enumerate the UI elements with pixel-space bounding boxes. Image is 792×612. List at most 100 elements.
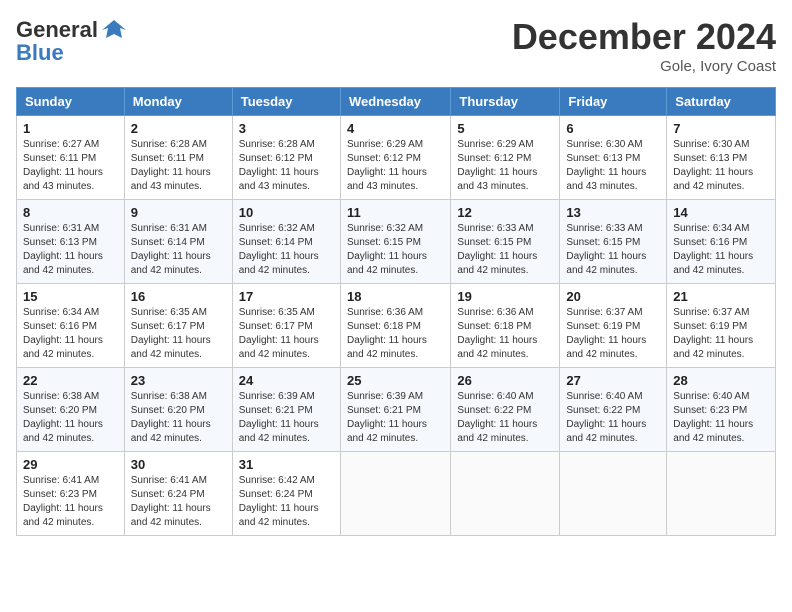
calendar-week-4: 22 Sunrise: 6:38 AMSunset: 6:20 PMDayligh… [17, 368, 776, 452]
calendar-cell: 10Sunrise: 6:32 AMSunset: 6:14 PMDayligh… [232, 200, 340, 284]
calendar-header-row: SundayMondayTuesdayWednesdayThursdayFrid… [17, 88, 776, 116]
day-number: 19 [457, 289, 553, 304]
calendar-cell: 17 Sunrise: 6:35 AMSunset: 6:17 PMDayligh… [232, 284, 340, 368]
cell-info: Sunrise: 6:39 AMSunset: 6:21 PMDaylight:… [347, 390, 444, 446]
location-label: Gole, Ivory Coast [512, 58, 776, 75]
day-number: 27 [566, 373, 660, 388]
cell-info: Sunrise: 6:40 AMSunset: 6:22 PMDaylight:… [457, 390, 553, 446]
cell-info: Sunrise: 6:38 AMSunset: 6:20 PMDaylight:… [131, 390, 226, 446]
calendar-cell: 29 Sunrise: 6:41 AMSunset: 6:23 PMDayligh… [17, 452, 125, 536]
cell-info: Sunrise: 6:30 AMSunset: 6:13 PMDaylight:… [673, 138, 769, 194]
calendar-table: SundayMondayTuesdayWednesdayThursdayFrid… [16, 87, 776, 536]
day-number: 16 [131, 289, 226, 304]
day-number: 5 [457, 121, 553, 136]
cell-info: Sunrise: 6:41 AMSunset: 6:24 PMDaylight:… [131, 474, 226, 530]
calendar-cell [667, 452, 776, 536]
calendar-cell: 27 Sunrise: 6:40 AMSunset: 6:22 PMDayligh… [560, 368, 667, 452]
day-number: 12 [457, 205, 553, 220]
calendar-week-3: 15Sunrise: 6:34 AMSunset: 6:16 PMDayligh… [17, 284, 776, 368]
cell-info: Sunrise: 6:42 AMSunset: 6:24 PMDaylight:… [239, 474, 334, 530]
day-number: 11 [347, 205, 444, 220]
calendar-cell: 25 Sunrise: 6:39 AMSunset: 6:21 PMDayligh… [340, 368, 450, 452]
day-number: 10 [239, 205, 334, 220]
page-header: General Blue December 2024 Gole, Ivory C… [16, 16, 776, 75]
day-number: 30 [131, 457, 226, 472]
cell-info: Sunrise: 6:36 AMSunset: 6:18 PMDaylight:… [457, 306, 553, 362]
calendar-cell: 3 Sunrise: 6:28 AMSunset: 6:12 PMDaylight… [232, 116, 340, 200]
calendar-cell: 24 Sunrise: 6:39 AMSunset: 6:21 PMDayligh… [232, 368, 340, 452]
cell-info: Sunrise: 6:35 AMSunset: 6:17 PMDaylight:… [131, 306, 226, 362]
day-number: 18 [347, 289, 444, 304]
cell-info: Sunrise: 6:37 AMSunset: 6:19 PMDaylight:… [566, 306, 660, 362]
cell-info: Sunrise: 6:31 AMSunset: 6:13 PMDaylight:… [23, 222, 118, 278]
logo-bird-icon [100, 16, 128, 44]
weekday-header-thursday: Thursday [451, 88, 560, 116]
day-number: 14 [673, 205, 769, 220]
day-number: 6 [566, 121, 660, 136]
calendar-cell: 28 Sunrise: 6:40 AMSunset: 6:23 PMDayligh… [667, 368, 776, 452]
weekday-header-wednesday: Wednesday [340, 88, 450, 116]
calendar-cell: 4Sunrise: 6:29 AMSunset: 6:12 PMDaylight… [340, 116, 450, 200]
day-number: 22 [23, 373, 118, 388]
cell-info: Sunrise: 6:29 AMSunset: 6:12 PMDaylight:… [347, 138, 444, 194]
cell-info: Sunrise: 6:40 AMSunset: 6:23 PMDaylight:… [673, 390, 769, 446]
day-number: 9 [131, 205, 226, 220]
logo: General Blue [16, 16, 128, 66]
calendar-cell: 26 Sunrise: 6:40 AMSunset: 6:22 PMDayligh… [451, 368, 560, 452]
cell-info: Sunrise: 6:39 AMSunset: 6:21 PMDaylight:… [239, 390, 334, 446]
day-number: 24 [239, 373, 334, 388]
day-number: 29 [23, 457, 118, 472]
calendar-week-1: 1Sunrise: 6:27 AMSunset: 6:11 PMDaylight… [17, 116, 776, 200]
cell-info: Sunrise: 6:41 AMSunset: 6:23 PMDaylight:… [23, 474, 118, 530]
calendar-cell: 12Sunrise: 6:33 AMSunset: 6:15 PMDayligh… [451, 200, 560, 284]
calendar-cell: 8Sunrise: 6:31 AMSunset: 6:13 PMDaylight… [17, 200, 125, 284]
calendar-cell: 6 Sunrise: 6:30 AMSunset: 6:13 PMDaylight… [560, 116, 667, 200]
day-number: 28 [673, 373, 769, 388]
weekday-header-monday: Monday [124, 88, 232, 116]
calendar-cell: 31 Sunrise: 6:42 AMSunset: 6:24 PMDayligh… [232, 452, 340, 536]
calendar-cell: 18 Sunrise: 6:36 AMSunset: 6:18 PMDayligh… [340, 284, 450, 368]
calendar-body: 1Sunrise: 6:27 AMSunset: 6:11 PMDaylight… [17, 116, 776, 536]
calendar-week-5: 29 Sunrise: 6:41 AMSunset: 6:23 PMDayligh… [17, 452, 776, 536]
cell-info: Sunrise: 6:34 AMSunset: 6:16 PMDaylight:… [673, 222, 769, 278]
cell-info: Sunrise: 6:35 AMSunset: 6:17 PMDaylight:… [239, 306, 334, 362]
calendar-cell: 19 Sunrise: 6:36 AMSunset: 6:18 PMDayligh… [451, 284, 560, 368]
day-number: 3 [239, 121, 334, 136]
day-number: 31 [239, 457, 334, 472]
cell-info: Sunrise: 6:33 AMSunset: 6:15 PMDaylight:… [566, 222, 660, 278]
cell-info: Sunrise: 6:37 AMSunset: 6:19 PMDaylight:… [673, 306, 769, 362]
day-number: 7 [673, 121, 769, 136]
weekday-header-sunday: Sunday [17, 88, 125, 116]
calendar-cell [340, 452, 450, 536]
calendar-cell: 30 Sunrise: 6:41 AMSunset: 6:24 PMDayligh… [124, 452, 232, 536]
calendar-cell: 20 Sunrise: 6:37 AMSunset: 6:19 PMDayligh… [560, 284, 667, 368]
cell-info: Sunrise: 6:38 AMSunset: 6:20 PMDaylight:… [23, 390, 118, 446]
day-number: 23 [131, 373, 226, 388]
day-number: 20 [566, 289, 660, 304]
day-number: 21 [673, 289, 769, 304]
cell-info: Sunrise: 6:32 AMSunset: 6:15 PMDaylight:… [347, 222, 444, 278]
calendar-cell: 1Sunrise: 6:27 AMSunset: 6:11 PMDaylight… [17, 116, 125, 200]
day-number: 17 [239, 289, 334, 304]
day-number: 25 [347, 373, 444, 388]
title-block: December 2024 Gole, Ivory Coast [512, 16, 776, 75]
calendar-cell [560, 452, 667, 536]
cell-info: Sunrise: 6:28 AMSunset: 6:11 PMDaylight:… [131, 138, 226, 194]
weekday-header-tuesday: Tuesday [232, 88, 340, 116]
calendar-cell: 9Sunrise: 6:31 AMSunset: 6:14 PMDaylight… [124, 200, 232, 284]
day-number: 26 [457, 373, 553, 388]
calendar-cell [451, 452, 560, 536]
cell-info: Sunrise: 6:30 AMSunset: 6:13 PMDaylight:… [566, 138, 660, 194]
calendar-cell: 15Sunrise: 6:34 AMSunset: 6:16 PMDayligh… [17, 284, 125, 368]
month-year-title: December 2024 [512, 16, 776, 58]
calendar-cell: 7 Sunrise: 6:30 AMSunset: 6:13 PMDaylight… [667, 116, 776, 200]
cell-info: Sunrise: 6:28 AMSunset: 6:12 PMDaylight:… [239, 138, 334, 194]
calendar-cell: 2Sunrise: 6:28 AMSunset: 6:11 PMDaylight… [124, 116, 232, 200]
cell-info: Sunrise: 6:36 AMSunset: 6:18 PMDaylight:… [347, 306, 444, 362]
weekday-header-saturday: Saturday [667, 88, 776, 116]
cell-info: Sunrise: 6:40 AMSunset: 6:22 PMDaylight:… [566, 390, 660, 446]
calendar-cell: 11 Sunrise: 6:32 AMSunset: 6:15 PMDayligh… [340, 200, 450, 284]
calendar-cell: 5Sunrise: 6:29 AMSunset: 6:12 PMDaylight… [451, 116, 560, 200]
calendar-cell: 16 Sunrise: 6:35 AMSunset: 6:17 PMDayligh… [124, 284, 232, 368]
day-number: 13 [566, 205, 660, 220]
